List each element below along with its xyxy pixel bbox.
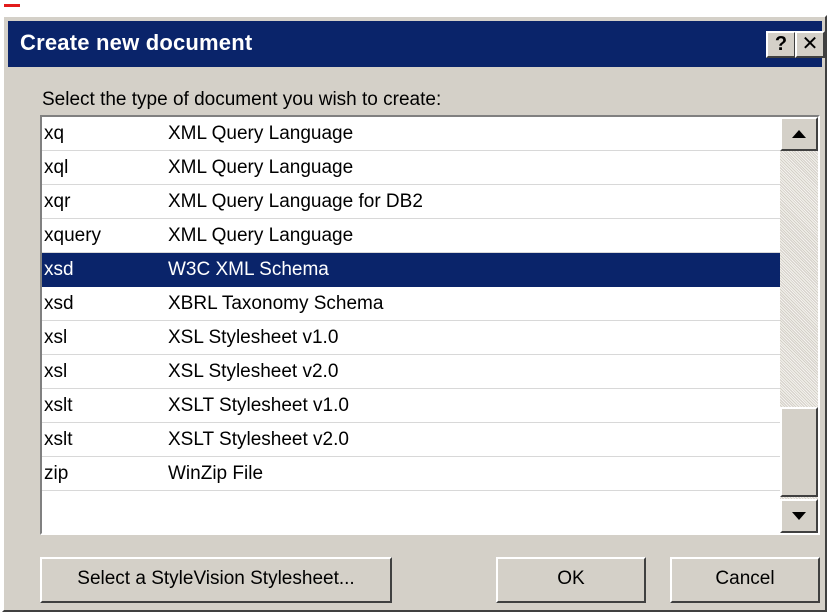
- doc-type-description: XML Query Language: [168, 157, 354, 178]
- arrow-up-icon: [792, 130, 806, 138]
- doc-type-description: XML Query Language for DB2: [168, 191, 423, 212]
- list-item[interactable]: xsd W3C XML Schema: [42, 253, 780, 287]
- doc-type-extension: xq: [44, 123, 65, 144]
- ok-button[interactable]: OK: [496, 557, 646, 603]
- doc-type-description: XSLT Stylesheet v1.0: [168, 395, 349, 416]
- dialog-title: Create new document: [20, 30, 253, 55]
- create-document-dialog: Create new document ? ✕ Select the type …: [2, 15, 827, 612]
- list-item[interactable]: xql XML Query Language: [42, 151, 780, 185]
- doc-type-extension: xslt: [44, 429, 73, 450]
- doc-type-description: XSL Stylesheet v2.0: [168, 361, 339, 382]
- doc-type-description: XSLT Stylesheet v2.0: [168, 429, 349, 450]
- list-item[interactable]: xslt XSLT Stylesheet v2.0: [42, 423, 780, 457]
- list-item[interactable]: xslt XSLT Stylesheet v1.0: [42, 389, 780, 423]
- document-type-list[interactable]: xq XML Query Language xql XML Query Languag…: [40, 115, 820, 535]
- vertical-scrollbar[interactable]: [780, 117, 818, 533]
- document-type-rows: xq XML Query Language xql XML Query Languag…: [42, 117, 780, 491]
- doc-type-extension: xqr: [44, 191, 71, 212]
- doc-type-extension: xslt: [44, 395, 73, 416]
- scroll-down-button[interactable]: [780, 499, 818, 533]
- doc-type-description: WinZip File: [168, 463, 264, 484]
- list-item[interactable]: xsl XSL Stylesheet v1.0: [42, 321, 780, 355]
- doc-type-description: XML Query Language: [168, 225, 354, 246]
- doc-type-extension: xsd: [44, 293, 74, 314]
- list-item[interactable]: xsd XBRL Taxonomy Schema: [42, 287, 780, 321]
- arrow-down-icon: [792, 512, 806, 520]
- list-item[interactable]: xquery XML Query Language: [42, 219, 780, 253]
- scroll-up-button[interactable]: [780, 117, 818, 151]
- scroll-thumb[interactable]: [780, 407, 818, 497]
- list-item[interactable]: xsl XSL Stylesheet v2.0: [42, 355, 780, 389]
- list-item[interactable]: xqr XML Query Language for DB2: [42, 185, 780, 219]
- doc-type-description: XBRL Taxonomy Schema: [168, 293, 384, 314]
- list-item[interactable]: zip WinZip File: [42, 457, 780, 491]
- doc-type-description: XML Query Language: [168, 123, 354, 144]
- doc-type-extension: zip: [44, 463, 69, 484]
- doc-type-description: W3C XML Schema: [168, 259, 329, 280]
- title-bar[interactable]: Create new document ? ✕: [8, 21, 825, 67]
- doc-type-description: XSL Stylesheet v1.0: [168, 327, 339, 348]
- prompt-label: Select the type of document you wish to …: [42, 89, 442, 110]
- cancel-button[interactable]: Cancel: [670, 557, 820, 603]
- doc-type-extension: xsl: [44, 327, 68, 348]
- red-corner-mark: [4, 4, 20, 7]
- doc-type-extension: xsl: [44, 361, 68, 382]
- list-item[interactable]: xq XML Query Language: [42, 117, 780, 151]
- help-button[interactable]: ?: [766, 31, 796, 58]
- doc-type-extension: xsd: [44, 259, 74, 280]
- doc-type-extension: xquery: [44, 225, 102, 246]
- doc-type-extension: xql: [44, 157, 69, 178]
- close-button[interactable]: ✕: [795, 31, 825, 58]
- select-stylesheet-button[interactable]: Select a StyleVision Stylesheet...: [40, 557, 392, 603]
